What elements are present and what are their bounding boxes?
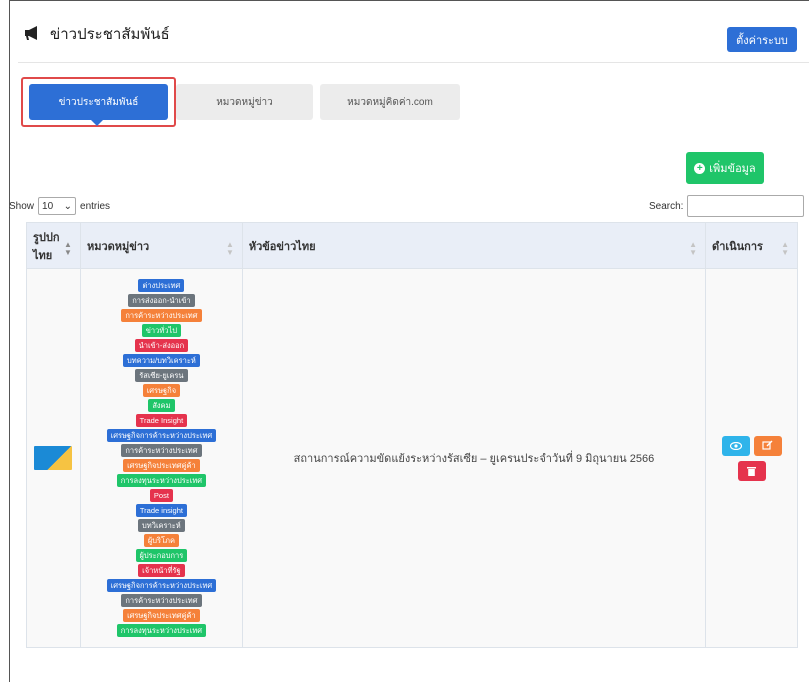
category-badge: เศรษฐกิจการค้าระหว่างประเทศ xyxy=(106,429,217,442)
category-badge: เศรษฐกิจประเทศคู่ค้า xyxy=(123,609,200,622)
sort-icon: ▲ ▼ xyxy=(781,240,789,257)
page-header: ข่าวประชาสัมพันธ์ xyxy=(24,22,170,46)
category-badge: Trade insight xyxy=(135,504,187,517)
category-cell: ต่างประเทศการส่งออก-นำเข้าการค้าระหว่างป… xyxy=(79,268,243,648)
column-header-category[interactable]: หมวดหมู่ข่าว ▲ ▼ xyxy=(79,222,243,269)
category-badge: การส่งออก-นำเข้า xyxy=(128,294,195,307)
sort-icon: ▲ ▼ xyxy=(689,240,698,257)
table-row: ต่างประเทศการส่งออก-นำเข้าการค้าระหว่างป… xyxy=(26,268,798,648)
sort-icon: ▲ ▼ xyxy=(64,240,72,257)
category-badge: ต่างประเทศ xyxy=(138,279,185,292)
cover-cell xyxy=(26,268,81,648)
category-badge: การลงทุนระหว่างประเทศ xyxy=(116,624,207,637)
category-badge: เศรษฐกิจการค้าระหว่างประเทศ xyxy=(106,579,217,592)
category-badge: เจ้าหน้าที่รัฐ xyxy=(138,564,185,577)
sort-icon: ▲ ▼ xyxy=(225,240,234,257)
category-badge: รัสเซีย-ยูเครน xyxy=(135,369,188,382)
column-header-cover[interactable]: รูปปก ไทย ▲ ▼ xyxy=(26,222,81,269)
entries-select[interactable]: 10 ⌄ xyxy=(38,197,77,215)
headline-text: สถานการณ์ความขัดแย้งระหว่างรัสเซีย – ยูเ… xyxy=(293,453,655,465)
cover-thumbnail xyxy=(34,446,73,470)
category-badge: การค้าระหว่างประเทศ xyxy=(121,594,202,607)
search-input[interactable] xyxy=(687,195,805,217)
category-badge: ผู้บริโภค xyxy=(143,534,179,547)
column-header-headline[interactable]: หัวข้อข่าวไทย ▲ ▼ xyxy=(241,222,707,269)
tab-kidkha-categories[interactable]: หมวดหมู่คิดค่า.com xyxy=(320,84,460,120)
category-badge: การค้าระหว่างประเทศ xyxy=(121,309,202,322)
category-badge: Trade Insight xyxy=(135,414,188,427)
category-badge: ผู้ประกอบการ xyxy=(135,549,188,562)
view-button[interactable] xyxy=(721,435,750,456)
category-badge: บทความ/บทวิเคราะห์ xyxy=(122,354,200,367)
category-badge: นำเข้า-ส่งออก xyxy=(134,339,189,352)
eye-icon xyxy=(729,441,742,450)
edit-icon xyxy=(762,440,773,450)
category-badge: เศรษฐกิจ xyxy=(142,384,181,397)
search-label: Search: xyxy=(649,200,684,212)
tab-news[interactable]: ข่าวประชาสัมพันธ์ xyxy=(29,84,168,126)
page-title: ข่าวประชาสัมพันธ์ xyxy=(50,26,170,43)
divider xyxy=(18,62,809,63)
category-badge: เศรษฐกิจประเทศคู่ค้า xyxy=(123,459,200,472)
category-badges: ต่างประเทศการส่งออก-นำเข้าการค้าระหว่างป… xyxy=(81,269,242,647)
category-badge: Post xyxy=(149,489,173,502)
row-actions xyxy=(706,435,797,481)
add-button[interactable]: + เพิ่มข้อมูล xyxy=(686,152,764,184)
category-badge: สังคม xyxy=(148,399,175,412)
megaphone-icon xyxy=(24,25,42,44)
tab-news-categories[interactable]: หมวดหมู่ข่าว xyxy=(176,84,313,120)
column-header-actions[interactable]: ดำเนินการ ▲ ▼ xyxy=(705,222,798,269)
add-button-label: เพิ่มข้อมูล xyxy=(709,163,756,175)
entries-label: entries xyxy=(80,200,111,212)
category-badge: การค้าระหว่างประเทศ xyxy=(121,444,202,457)
settings-button[interactable]: ตั้งค่าระบบ xyxy=(727,27,797,52)
category-badge: การลงทุนระหว่างประเทศ xyxy=(116,474,207,487)
actions-cell xyxy=(705,268,798,648)
search-control: Search: xyxy=(649,195,805,217)
entries-control: Show 10 ⌄ entries xyxy=(9,197,110,215)
category-badge: บทวิเคราะห์ xyxy=(138,519,185,532)
category-badge: ข่าวทั่วไป xyxy=(141,324,182,337)
entries-value: 10 xyxy=(42,200,54,212)
plus-icon: + xyxy=(694,162,706,174)
show-label: Show xyxy=(9,200,35,212)
trash-icon xyxy=(747,466,757,476)
delete-button[interactable] xyxy=(737,460,766,481)
headline-cell: สถานการณ์ความขัดแย้งระหว่างรัสเซีย – ยูเ… xyxy=(241,268,707,648)
news-table: รูปปก ไทย ▲ ▼ หมวดหมู่ข่าว ▲ ▼ หัวข้อข่าวไ… xyxy=(26,222,798,648)
chevron-down-icon: ⌄ xyxy=(63,200,73,212)
edit-button[interactable] xyxy=(753,435,782,456)
